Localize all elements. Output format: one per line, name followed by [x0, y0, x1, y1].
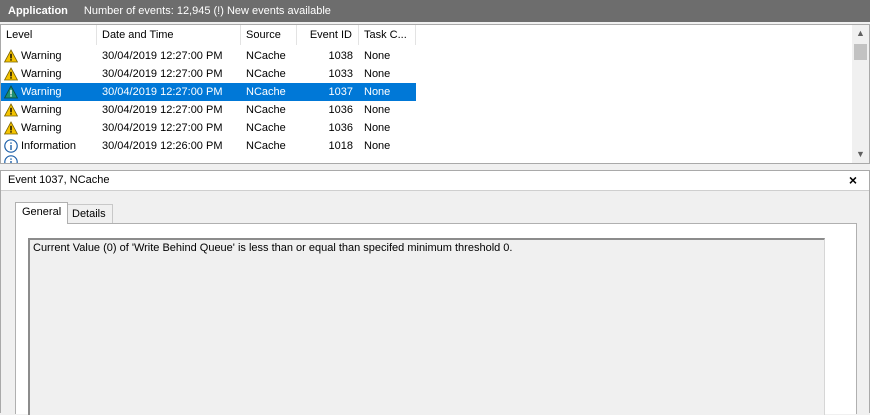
cell-source: NCache: [246, 122, 286, 134]
cell-event-id: 1038: [328, 50, 353, 62]
event-message-box[interactable]: Current Value (0) of 'Write Behind Queue…: [28, 238, 825, 415]
log-name: Application: [8, 5, 68, 17]
tab-general[interactable]: General: [15, 202, 69, 224]
cell-source: NCache: [246, 140, 286, 152]
cell-event-id: 1036: [328, 122, 353, 134]
column-header-row: Level Date and Time Source Event ID Task…: [1, 25, 416, 45]
warning-icon: [3, 85, 19, 99]
vertical-scrollbar[interactable]: ▲ ▼: [852, 25, 869, 163]
event-list[interactable]: Level Date and Time Source Event ID Task…: [0, 24, 870, 164]
cell-date-time: 30/04/2019 12:27:00 PM: [102, 50, 223, 62]
detail-title: Event 1037, NCache: [8, 174, 110, 186]
table-row[interactable]: Warning 30/04/2019 12:27:00 PM NCache 1038 N…: [1, 47, 416, 65]
cell-level: Warning: [1, 101, 97, 119]
cell-task-category: None: [364, 50, 391, 62]
column-header-date-time[interactable]: Date and Time: [97, 25, 241, 45]
warning-icon: [3, 103, 19, 117]
level-text: Warning: [21, 68, 62, 80]
log-titlebar: Application Number of events: 12,945 (!)…: [0, 0, 870, 22]
cell-source: NCache: [246, 86, 286, 98]
table-row[interactable]: Warning 30/04/2019 12:27:00 PM NCache 1036 N…: [1, 119, 416, 137]
column-header-source[interactable]: Source: [241, 25, 297, 45]
cell-date-time: 30/04/2019 12:26:00 PM: [102, 140, 223, 152]
general-tab-body: Current Value (0) of 'Write Behind Queue…: [15, 223, 857, 415]
cell-task-category: None: [364, 140, 391, 152]
cell-level: Warning: [1, 83, 97, 101]
cell-event-id: 1018: [328, 140, 353, 152]
cell-task-category: None: [364, 122, 391, 134]
cell-level: Information: [1, 137, 97, 155]
level-text: Warning: [21, 122, 62, 134]
cell-source: NCache: [246, 104, 286, 116]
cell-source: NCache: [246, 68, 286, 80]
cell-level: Warning: [1, 119, 97, 137]
event-count-info: Number of events: 12,945 (!) New events …: [83, 5, 331, 17]
column-header-task-category[interactable]: Task C...: [359, 25, 416, 45]
cell-task-category: None: [364, 86, 391, 98]
cell-date-time: 30/04/2019 12:27:00 PM: [102, 86, 223, 98]
tab-details[interactable]: Details: [65, 204, 113, 223]
cell-event-id: 1033: [328, 68, 353, 80]
cell-event-id: 1037: [328, 86, 353, 98]
cell-source: NCache: [246, 50, 286, 62]
table-row[interactable]: Information 30/04/2019 12:26:00 PM NCache 1…: [1, 137, 416, 155]
cell-event-id: 1036: [328, 104, 353, 116]
event-message-text: Current Value (0) of 'Write Behind Queue…: [33, 242, 513, 254]
level-text: Warning: [21, 104, 62, 116]
cell-task-category: None: [364, 68, 391, 80]
cell-date-time: 30/04/2019 12:27:00 PM: [102, 104, 223, 116]
warning-icon: [3, 49, 19, 63]
scroll-down-icon[interactable]: ▼: [852, 146, 869, 163]
detail-header: Event 1037, NCache ×: [1, 171, 869, 191]
table-row[interactable]: Warning 30/04/2019 12:27:00 PM NCache 1037 N…: [1, 83, 416, 101]
event-detail-pane: Event 1037, NCache × General Details Cur…: [0, 170, 870, 415]
table-row-partial[interactable]: [1, 155, 416, 163]
scrollbar-thumb[interactable]: [854, 44, 867, 60]
scroll-up-icon[interactable]: ▲: [852, 25, 869, 42]
cell-date-time: 30/04/2019 12:27:00 PM: [102, 122, 223, 134]
cell-level: Warning: [1, 65, 97, 83]
table-row[interactable]: Warning 30/04/2019 12:27:00 PM NCache 1033 N…: [1, 65, 416, 83]
close-icon[interactable]: ×: [849, 172, 857, 188]
warning-icon: [3, 67, 19, 81]
column-header-event-id[interactable]: Event ID: [297, 25, 359, 45]
info-icon: [4, 155, 18, 163]
level-text: Warning: [21, 50, 62, 62]
info-icon: [4, 139, 18, 153]
level-text: Warning: [21, 86, 62, 98]
cell-date-time: 30/04/2019 12:27:00 PM: [102, 68, 223, 80]
cell-level: Warning: [1, 47, 97, 65]
cell-task-category: None: [364, 104, 391, 116]
level-text: Information: [21, 140, 77, 152]
warning-icon: [3, 121, 19, 135]
event-rows: Warning 30/04/2019 12:27:00 PM NCache 1038 N…: [1, 47, 416, 163]
table-row[interactable]: Warning 30/04/2019 12:27:00 PM NCache 1036 N…: [1, 101, 416, 119]
column-header-level[interactable]: Level: [1, 25, 97, 45]
